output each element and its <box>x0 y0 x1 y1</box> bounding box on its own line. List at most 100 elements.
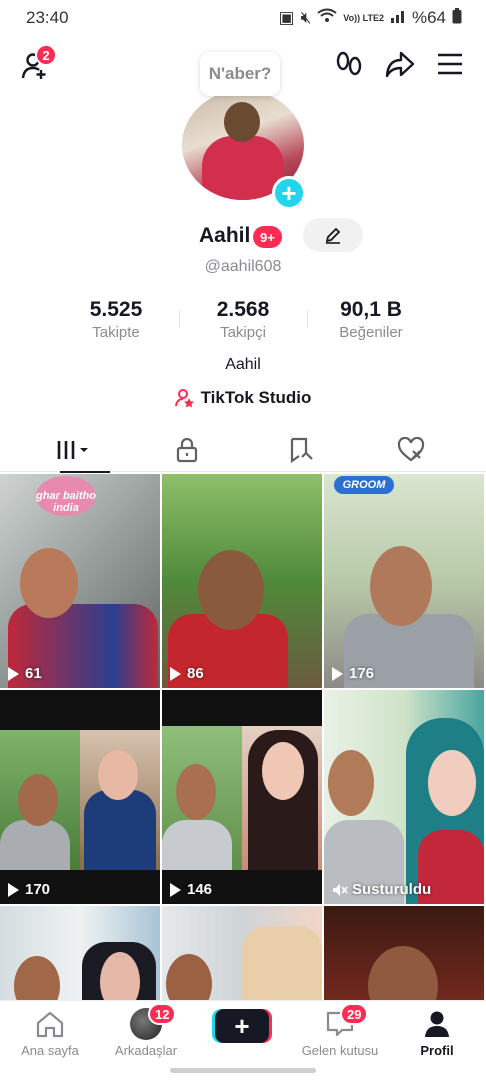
active-tab-indicator <box>60 471 110 473</box>
view-count: 86 <box>170 665 204 682</box>
studio-label: TikTok Studio <box>200 388 312 407</box>
view-count: 176 <box>332 665 374 682</box>
nav-friends[interactable]: 12 Arkadaşlar <box>96 1003 196 1058</box>
tab-videos[interactable] <box>12 428 133 473</box>
play-icon <box>8 666 19 681</box>
name-row: Aahil 9+ <box>0 218 486 254</box>
profile-stats: 5.525 Takipte 2.568 Takipçi 90,1 B Beğen… <box>0 298 486 344</box>
video-thumbnail[interactable]: 170 <box>0 690 160 904</box>
add-friend-button[interactable]: 2 <box>18 44 57 84</box>
video-thumbnail[interactable]: 146 <box>162 690 322 904</box>
view-count-value: 176 <box>349 665 375 682</box>
tab-private[interactable] <box>126 428 247 472</box>
video-person-face <box>176 764 216 820</box>
profile-tabs <box>0 428 486 473</box>
stat-label: Beğeniler <box>339 324 403 341</box>
muted-speaker-icon <box>333 883 348 896</box>
stat-value: 5.525 <box>89 298 143 321</box>
friends-badge: 12 <box>148 1003 177 1025</box>
grid-videos-icon <box>57 441 88 459</box>
stat-label: Takipçi <box>220 324 266 341</box>
view-count-value: 61 <box>25 665 42 682</box>
edit-profile-button[interactable] <box>303 218 363 252</box>
profile-name: Aahil <box>199 224 251 247</box>
footprint-button[interactable] <box>331 46 367 82</box>
friend-request-badge: 2 <box>35 44 57 66</box>
repost-icon <box>290 437 313 463</box>
tiktok-studio-link[interactable]: TikTok Studio <box>0 388 486 408</box>
view-count: 61 <box>8 665 42 682</box>
video-person-face <box>20 548 78 618</box>
video-thumbnail[interactable]: GROOM 176 <box>324 474 484 688</box>
tab-liked[interactable] <box>350 428 471 472</box>
video-person-shirt <box>0 820 70 870</box>
signal-icon <box>390 8 406 28</box>
play-icon <box>332 666 343 681</box>
video-person-face <box>98 750 138 800</box>
status-icons: ▣ 🔇︎ Vo)) LTE2 %64 <box>278 7 462 29</box>
play-icon <box>170 882 181 897</box>
stat-following[interactable]: 5.525 Takipte <box>46 298 186 341</box>
nav-inbox[interactable]: 29 Gelen kutusu <box>290 1003 390 1058</box>
profile-icon <box>425 1011 449 1037</box>
video-person-face <box>166 954 212 1000</box>
video-thumbnail[interactable] <box>324 906 484 1000</box>
nav-profile[interactable]: Profil <box>387 1009 486 1058</box>
name-badge[interactable]: 9+ <box>253 226 282 248</box>
video-thumbnail[interactable]: Susturuldu <box>324 690 484 904</box>
stat-value: 90,1 B <box>340 298 402 321</box>
video-person-face <box>328 750 374 816</box>
video-person-face <box>370 546 432 626</box>
nav-profile-label: Profil <box>420 1043 454 1058</box>
video-sticker: GROOM <box>334 476 394 494</box>
screenshot-icon: ▣ <box>278 8 295 27</box>
view-count: 170 <box>8 881 50 898</box>
video-person-face <box>14 956 60 1000</box>
liked-heart-icon <box>397 437 424 462</box>
share-icon <box>385 51 415 78</box>
view-count-value: 86 <box>187 665 204 682</box>
muted-label: Susturuldu <box>352 881 432 898</box>
stat-label: Takipte <box>92 324 140 341</box>
add-story-button[interactable]: + <box>272 176 306 210</box>
tab-reposts[interactable] <box>240 428 361 472</box>
create-video-button[interactable]: + <box>215 1009 269 1043</box>
profile-handle: @aahil608 <box>204 258 282 275</box>
view-count: 146 <box>170 881 212 898</box>
menu-button[interactable] <box>432 46 468 82</box>
avatar-figure-head <box>224 102 260 142</box>
view-count: Susturuldu <box>332 881 431 898</box>
battery-level: %64 <box>411 8 446 27</box>
video-grid: ghar baitho india 61 86 GROOM 176 170 14… <box>0 474 486 1000</box>
video-person-face <box>18 774 58 826</box>
status-bubble[interactable]: N'aber? <box>200 52 280 96</box>
stat-likes[interactable]: 90,1 B Beğeniler <box>301 298 441 341</box>
nav-friends-label: Arkadaşlar <box>114 1043 178 1058</box>
video-thumbnail[interactable]: 86 <box>162 474 322 688</box>
video-person-face <box>262 742 304 800</box>
play-icon <box>8 882 19 897</box>
view-count-value: 146 <box>187 881 213 898</box>
share-button[interactable] <box>382 46 418 82</box>
video-person-shirt <box>162 820 232 870</box>
mute-icon: 🔇︎ <box>300 8 312 27</box>
nav-home[interactable]: Ana sayfa <box>0 1009 100 1058</box>
video-person-face <box>368 946 438 1000</box>
video-thumbnail[interactable] <box>0 906 160 1000</box>
video-person-face <box>428 750 476 816</box>
lock-icon <box>176 437 197 463</box>
studio-icon <box>174 389 194 408</box>
inbox-badge: 29 <box>340 1003 369 1025</box>
pencil-icon <box>325 227 341 244</box>
video-thumbnail[interactable] <box>162 906 322 1000</box>
stat-value: 2.568 <box>216 298 270 321</box>
home-indicator <box>170 1068 316 1073</box>
network-label: Vo)) LTE2 <box>343 12 384 23</box>
stat-followers[interactable]: 2.568 Takipçi <box>173 298 313 341</box>
hamburger-menu-icon <box>438 53 462 75</box>
nav-home-label: Ana sayfa <box>21 1043 79 1058</box>
view-count-value: 170 <box>25 881 51 898</box>
video-thumbnail[interactable]: ghar baitho india 61 <box>0 474 160 688</box>
video-person-hair <box>242 926 322 1000</box>
wifi-icon <box>317 8 337 29</box>
